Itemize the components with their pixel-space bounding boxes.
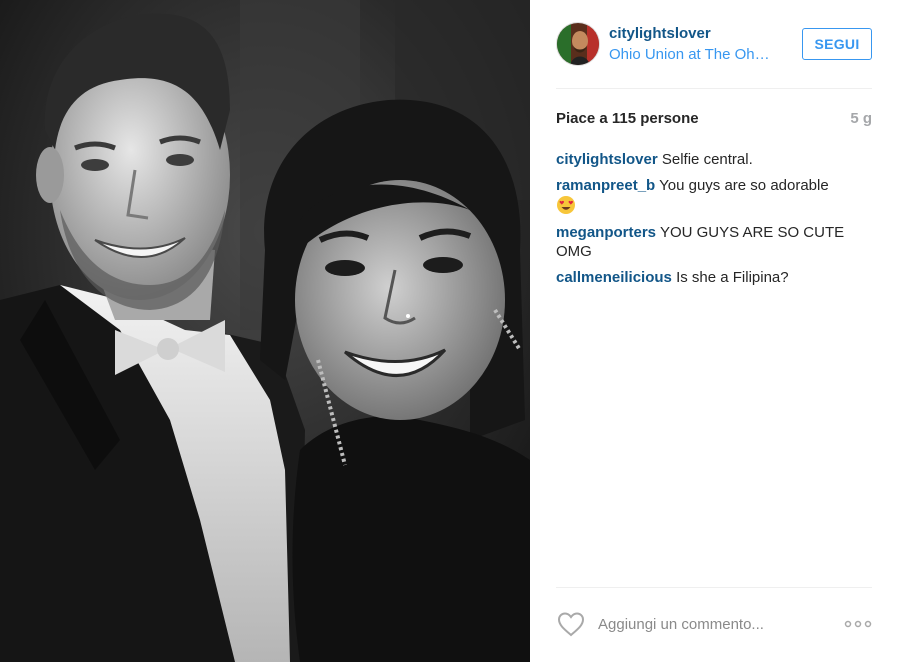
- follow-button[interactable]: SEGUI: [802, 28, 872, 60]
- footer-divider: [556, 587, 872, 588]
- avatar-image: [557, 23, 599, 65]
- comment-item: ramanpreet_b You guys are so adorable: [556, 176, 872, 216]
- post-photo[interactable]: [0, 0, 530, 662]
- header-username-link[interactable]: citylightslover: [609, 24, 789, 44]
- location-link[interactable]: Ohio Union at The Oh…: [609, 44, 784, 66]
- instagram-post: citylightslover Ohio Union at The Oh… SE…: [0, 0, 899, 662]
- comment-username-link[interactable]: meganporters: [556, 224, 656, 241]
- comment-text: Selfie central.: [661, 151, 753, 168]
- comment-item: callmeneilicious Is she a Filipina?: [556, 268, 872, 287]
- post-details-panel: citylightslover Ohio Union at The Oh… SE…: [530, 0, 899, 662]
- heart-outline-icon[interactable]: [556, 609, 586, 639]
- comment-item: meganporters YOU GUYS ARE SO CUTE OMG: [556, 223, 872, 261]
- user-avatar[interactable]: [556, 22, 600, 66]
- comment-text: Is she a Filipina?: [676, 269, 789, 286]
- comment-text: You guys are so adorable: [659, 177, 829, 194]
- post-header: citylightslover Ohio Union at The Oh… SE…: [556, 22, 872, 68]
- heart-eyes-emoji-icon: [556, 195, 576, 215]
- comment-username-link[interactable]: ramanpreet_b: [556, 177, 655, 194]
- comment-username-link[interactable]: citylightslover: [556, 151, 658, 168]
- post-timestamp[interactable]: 5 g: [850, 110, 872, 127]
- user-info: citylightslover Ohio Union at The Oh…: [609, 24, 789, 66]
- likes-row: Piace a 115 persone 5 g: [556, 110, 872, 132]
- comment-item: citylightslover Selfie central.: [556, 150, 872, 169]
- selfie-photo-image: [0, 0, 530, 662]
- more-options-icon[interactable]: [844, 612, 872, 636]
- header-divider: [556, 88, 872, 89]
- post-footer: [556, 604, 872, 644]
- comment-input[interactable]: [598, 610, 828, 638]
- comment-username-link[interactable]: callmeneilicious: [556, 269, 672, 286]
- likes-count[interactable]: Piace a 115 persone: [556, 110, 699, 127]
- comments-list: citylightslover Selfie central. ramanpre…: [556, 150, 872, 294]
